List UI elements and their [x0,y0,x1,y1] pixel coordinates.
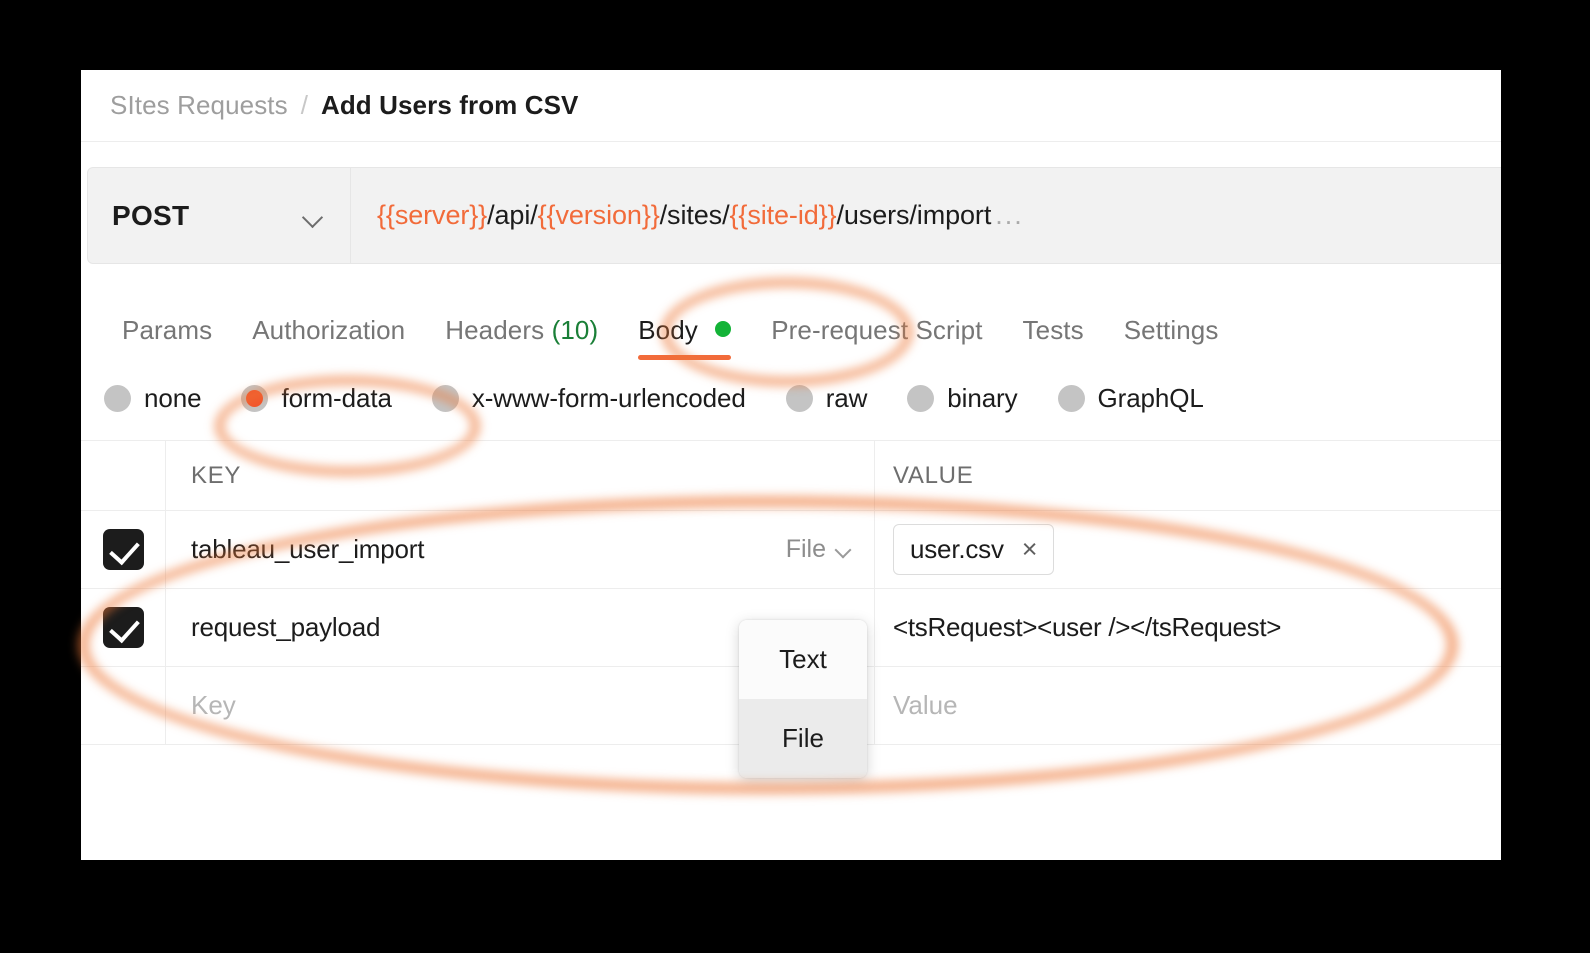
row-type-select[interactable]: File [786,535,854,564]
header-check-cell [81,441,166,510]
dropdown-item-file-label: File [782,723,824,754]
row-checkbox-checked-icon[interactable] [103,529,144,570]
url-segment-api: /api/ [487,200,538,231]
breadcrumb-separator: / [301,90,308,121]
radio-icon-urlencoded[interactable] [432,385,459,412]
request-tabs: Params Authorization Headers (10) Body P… [81,298,1501,360]
tab-headers-label: Headers [445,315,544,345]
radio-icon-binary[interactable] [907,385,934,412]
radio-icon-none[interactable] [104,385,131,412]
url-variable-version: {{version}} [538,200,660,231]
body-type-none[interactable]: none [104,383,201,414]
tab-tests[interactable]: Tests [1003,315,1104,360]
body-type-radio-group: none form-data x-www-form-urlencoded raw… [81,360,1501,436]
tab-params-label: Params [122,315,212,345]
row-type-label: File [786,535,826,564]
file-chip[interactable]: user.csv × [893,524,1054,575]
row-value-cell[interactable]: Value [875,667,1501,744]
http-method-select[interactable]: POST [87,167,351,264]
dropdown-item-file[interactable]: File [739,699,867,778]
row-checkbox-checked-icon[interactable] [103,607,144,648]
chevron-down-icon [836,544,854,556]
table-row[interactable]: tableau_user_import File user.csv × [81,511,1501,589]
tab-authorization-label: Authorization [252,315,405,345]
url-input[interactable]: {{server}}/api/{{version}}/sites/{{site-… [351,167,1501,264]
column-header-value: VALUE [893,462,973,490]
tab-settings[interactable]: Settings [1104,315,1239,360]
column-header-key: KEY [191,462,241,490]
radio-icon-form-data[interactable] [241,385,268,412]
tab-pre-request-script[interactable]: Pre-request Script [751,315,1002,360]
row-key-placeholder: Key [191,690,236,721]
header-key-cell: KEY [166,441,875,510]
body-status-dot-icon [715,321,731,337]
row-checkbox-cell[interactable] [81,511,166,588]
row-value-text: <tsRequest><user /></tsRequest> [893,612,1281,643]
dropdown-item-text[interactable]: Text [739,620,867,699]
body-type-graphql-label: GraphQL [1098,383,1204,414]
row-value-cell[interactable]: <tsRequest><user /></tsRequest> [875,589,1501,666]
dropdown-item-text-label: Text [779,644,827,675]
breadcrumb-parent[interactable]: SItes Requests [110,90,288,121]
body-type-raw[interactable]: raw [786,383,868,414]
tab-body-label: Body [638,315,698,345]
tab-settings-label: Settings [1124,315,1219,345]
radio-icon-raw[interactable] [786,385,813,412]
row-checkbox-cell[interactable] [81,589,166,666]
chevron-down-icon [304,210,324,222]
body-type-none-label: none [144,383,201,414]
request-url-row: POST {{server}}/api/{{version}}/sites/{{… [87,167,1501,264]
radio-icon-graphql[interactable] [1058,385,1085,412]
row-key-text: tableau_user_import [191,534,424,565]
tab-tests-label: Tests [1023,315,1084,345]
headers-count-badge: (10) [552,315,599,345]
url-ellipsis: ... [995,200,1024,231]
url-variable-server: {{server}} [377,200,487,231]
body-type-binary[interactable]: binary [907,383,1017,414]
body-type-urlencoded-label: x-www-form-urlencoded [472,383,746,414]
body-type-form-data[interactable]: form-data [241,383,391,414]
row-key-text: request_payload [191,612,380,643]
value-type-dropdown-menu[interactable]: Text File [739,620,867,778]
header-value-cell: VALUE [875,441,1501,510]
page-title: Add Users from CSV [321,90,579,121]
url-variable-site-id: {{site-id}} [729,200,836,231]
http-method-label: POST [112,200,189,232]
url-segment-tail: /users/import [836,200,991,231]
url-segment-sites: /sites/ [660,200,730,231]
tab-pre-request-script-label: Pre-request Script [771,315,982,345]
body-type-urlencoded[interactable]: x-www-form-urlencoded [432,383,746,414]
table-header-row: KEY VALUE [81,441,1501,511]
row-key-cell[interactable]: tableau_user_import File [166,511,875,588]
close-icon[interactable]: × [1022,539,1038,561]
tab-params[interactable]: Params [102,315,232,360]
body-type-form-data-label: form-data [281,383,391,414]
tab-body[interactable]: Body [618,315,751,360]
breadcrumb: SItes Requests / Add Users from CSV [81,70,1501,142]
body-type-raw-label: raw [826,383,868,414]
row-value-placeholder: Value [893,690,958,721]
file-chip-name: user.csv [910,534,1004,565]
body-type-binary-label: binary [947,383,1017,414]
row-value-cell[interactable]: user.csv × [875,511,1501,588]
body-type-graphql[interactable]: GraphQL [1058,383,1204,414]
tab-headers[interactable]: Headers (10) [425,315,618,360]
row-checkbox-cell[interactable] [81,667,166,744]
tab-authorization[interactable]: Authorization [232,315,425,360]
request-panel: SItes Requests / Add Users from CSV POST… [81,70,1501,860]
